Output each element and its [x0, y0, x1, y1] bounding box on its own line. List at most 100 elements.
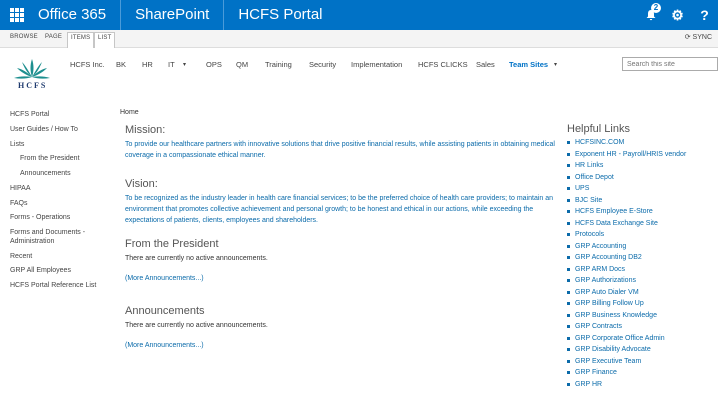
tab-browse[interactable]: BROWSE [10, 34, 38, 40]
helpful-link-item[interactable]: GRP Corporate Office Admin [567, 335, 665, 342]
helpful-link-label[interactable]: Exponent HR - Payroll/HRIS vendor [575, 151, 686, 158]
helpful-link-label[interactable]: HCFS Employee E-Store [575, 208, 653, 215]
nav-bk[interactable]: BK [116, 60, 126, 69]
vision-text-line1: To be recognized as the industry leader … [125, 195, 554, 202]
helpful-link-label[interactable]: GRP Executive Team [575, 358, 641, 365]
helpful-link-item[interactable]: GRP Billing Follow Up [567, 300, 644, 307]
helpful-link-item[interactable]: HCFSINC.COM [567, 139, 624, 146]
helpful-link-label[interactable]: GRP Billing Follow Up [575, 300, 644, 307]
nav-implementation[interactable]: Implementation [351, 60, 402, 69]
sharepoint-link[interactable]: SharePoint [121, 0, 225, 30]
bullet-icon [567, 244, 570, 248]
site-title-link[interactable]: HCFS Portal [224, 0, 336, 30]
helpful-link-label[interactable]: Protocols [575, 231, 604, 238]
helpful-link-label[interactable]: HR Links [575, 162, 603, 169]
tab-list[interactable]: LIST [94, 32, 116, 48]
ql-user-guides[interactable]: User Guides / How To [10, 126, 78, 133]
help-icon[interactable]: ? [691, 0, 718, 30]
helpful-link-label[interactable]: HCFS Data Exchange Site [575, 220, 658, 227]
president-more-link[interactable]: (More Announcements...) [125, 275, 204, 282]
helpful-link-label[interactable]: BJC Site [575, 197, 602, 204]
helpful-link-item[interactable]: GRP HR [567, 381, 602, 388]
nav-team-sites-dropdown-icon[interactable]: ▾ [554, 61, 557, 68]
ql-hcfs-portal[interactable]: HCFS Portal [10, 111, 49, 118]
ql-from-the-president[interactable]: From the President [20, 155, 80, 162]
helpful-link-label[interactable]: Office Depot [575, 174, 614, 181]
nav-hcfs-inc[interactable]: HCFS Inc. [70, 60, 105, 69]
notifications-button[interactable]: 2 [637, 0, 664, 30]
helpful-link-item[interactable]: HR Links [567, 162, 603, 169]
bullet-icon [567, 233, 570, 236]
helpful-link-item[interactable]: GRP Auto Dialer VM [567, 289, 639, 296]
helpful-link-item[interactable]: GRP Authorizations [567, 277, 636, 284]
helpful-link-item[interactable]: BJC Site [567, 197, 602, 204]
helpful-link-label[interactable]: GRP Corporate Office Admin [575, 335, 665, 342]
helpful-link-item[interactable]: UPS [567, 185, 589, 192]
nav-qm[interactable]: QM [236, 60, 248, 69]
bullet-icon [567, 187, 570, 190]
announcements-more-link[interactable]: (More Announcements...) [125, 342, 204, 349]
ql-reference-list[interactable]: HCFS Portal Reference List [10, 282, 96, 289]
nav-team-sites[interactable]: Team Sites [509, 60, 548, 69]
helpful-link-label[interactable]: GRP Accounting [575, 243, 626, 250]
ql-announcements[interactable]: Announcements [20, 170, 71, 177]
ql-hipaa[interactable]: HIPAA [10, 185, 31, 192]
helpful-link-label[interactable]: GRP Contracts [575, 323, 622, 330]
helpful-links-heading: Helpful Links [567, 123, 630, 135]
helpful-link-item[interactable]: GRP Executive Team [567, 358, 641, 365]
helpful-link-label[interactable]: GRP Auto Dialer VM [575, 289, 639, 296]
helpful-link-item[interactable]: GRP Accounting DB2 [567, 254, 642, 261]
ql-forms-operations[interactable]: Forms - Operations [10, 214, 70, 221]
office365-label: Office 365 [38, 6, 107, 23]
helpful-link-item[interactable]: Protocols [567, 231, 604, 238]
helpful-link-label[interactable]: GRP ARM Docs [575, 266, 625, 273]
helpful-link-item[interactable]: Exponent HR - Payroll/HRIS vendor [567, 151, 686, 158]
nav-training[interactable]: Training [265, 60, 292, 69]
helpful-link-label[interactable]: GRP HR [575, 381, 602, 388]
bullet-icon [567, 141, 570, 144]
helpful-link-label[interactable]: HCFSINC.COM [575, 139, 624, 146]
nav-security[interactable]: Security [309, 60, 336, 69]
breadcrumb[interactable]: Home [120, 109, 139, 116]
nav-it-dropdown-icon[interactable]: ▾ [183, 61, 186, 68]
ql-faqs[interactable]: FAQs [10, 200, 28, 207]
helpful-link-item[interactable]: GRP Business Knowledge [567, 312, 657, 319]
nav-hcfs-clicks[interactable]: HCFS CLICKS [418, 60, 468, 69]
ql-recent[interactable]: Recent [10, 253, 32, 260]
helpful-link-item[interactable]: HCFS Data Exchange Site [567, 220, 658, 227]
mission-text-line2: coverage in a compassionate ethical mann… [125, 152, 266, 159]
notification-count-badge: 2 [651, 3, 661, 13]
office365-brand[interactable]: Office 365 [0, 0, 122, 30]
tab-items[interactable]: ITEMS [67, 32, 95, 48]
nav-it[interactable]: IT [168, 60, 175, 69]
tab-page[interactable]: PAGE [45, 34, 62, 40]
helpful-link-label[interactable]: GRP Finance [575, 369, 617, 376]
helpful-link-item[interactable]: Office Depot [567, 174, 614, 181]
announcements-heading[interactable]: Announcements [125, 305, 205, 317]
ql-lists[interactable]: Lists [10, 141, 24, 148]
app-launcher-icon[interactable] [10, 8, 24, 22]
bullet-icon [567, 256, 570, 259]
settings-gear-icon[interactable]: ⚙ [664, 0, 691, 30]
helpful-link-label[interactable]: GRP Accounting DB2 [575, 254, 642, 261]
president-heading[interactable]: From the President [125, 238, 219, 250]
ql-grp-all-employees[interactable]: GRP All Employees [10, 267, 71, 274]
sync-button[interactable]: ⟳ SYNC [685, 33, 712, 41]
bullet-icon [567, 210, 570, 213]
ql-forms-and-documents[interactable]: Forms and Documents - [10, 229, 85, 236]
helpful-link-label[interactable]: UPS [575, 185, 589, 192]
helpful-link-item[interactable]: GRP Finance [567, 369, 617, 376]
nav-sales[interactable]: Sales [476, 60, 495, 69]
ql-forms-and-documents-line2[interactable]: Administration [10, 238, 54, 245]
helpful-link-item[interactable]: GRP ARM Docs [567, 266, 625, 273]
search-input[interactable] [622, 57, 718, 71]
helpful-link-label[interactable]: GRP Business Knowledge [575, 312, 657, 319]
nav-ops[interactable]: OPS [206, 60, 222, 69]
helpful-link-item[interactable]: GRP Disability Advocate [567, 346, 651, 353]
helpful-link-item[interactable]: GRP Accounting [567, 243, 626, 250]
helpful-link-label[interactable]: GRP Disability Advocate [575, 346, 651, 353]
helpful-link-label[interactable]: GRP Authorizations [575, 277, 636, 284]
helpful-link-item[interactable]: HCFS Employee E-Store [567, 208, 653, 215]
helpful-link-item[interactable]: GRP Contracts [567, 323, 622, 330]
nav-hr[interactable]: HR [142, 60, 153, 69]
